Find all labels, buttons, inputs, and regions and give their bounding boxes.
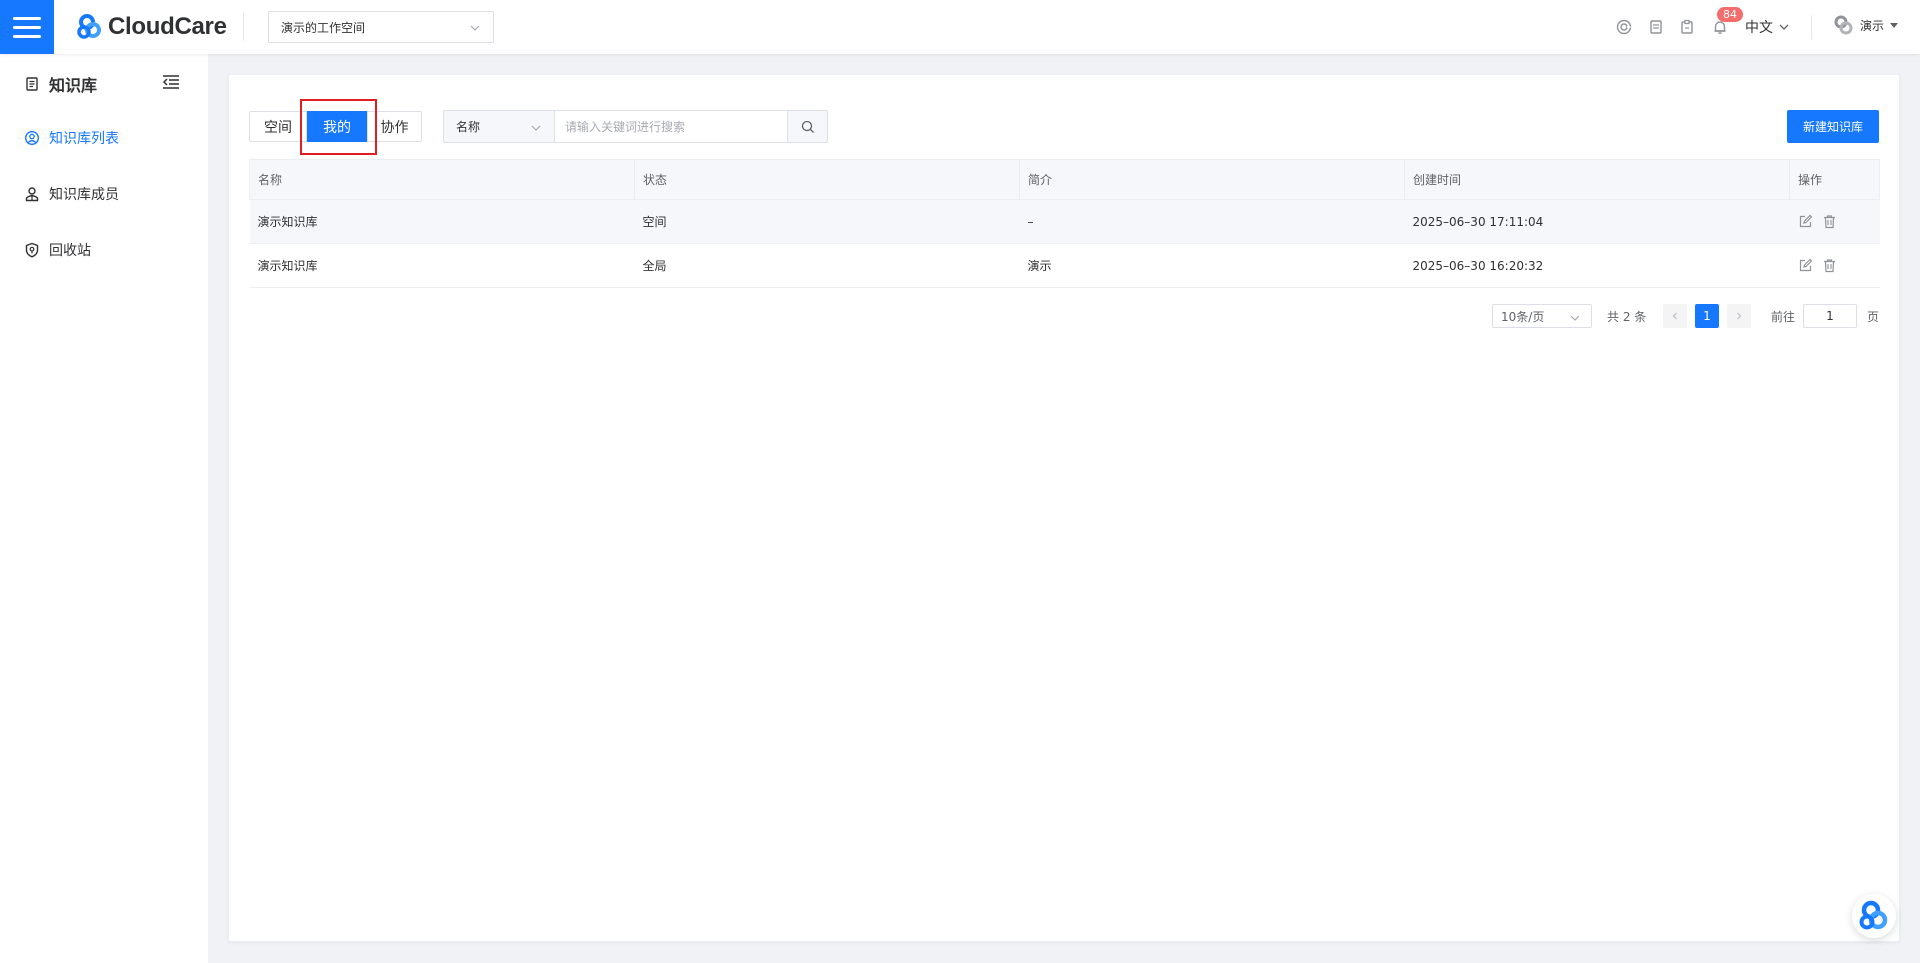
user-circle-icon (24, 130, 40, 146)
highlight-box (300, 99, 377, 155)
workspace-select[interactable]: 演示的工作空间 (268, 11, 494, 43)
sidebar-item-knowledge-list[interactable]: 知识库列表 (24, 128, 119, 148)
search-button[interactable] (787, 110, 828, 143)
search-field-value: 名称 (456, 120, 481, 134)
avatar (1834, 15, 1853, 35)
chevron-down-icon (1779, 24, 1789, 30)
sidebar-item-recycle-bin[interactable]: 回收站 (24, 240, 91, 260)
cloudcare-logo-icon (77, 14, 101, 39)
cell-created: 2025–06–30 16:20:32 (1404, 243, 1790, 288)
workspace-select-value: 演示的工作空间 (281, 20, 366, 35)
page-number-button[interactable]: 1 (1695, 304, 1719, 328)
cell-name: 演示知识库 (249, 243, 635, 288)
sidebar-item-label: 知识库成员 (49, 187, 119, 203)
column-header-status: 状态 (634, 159, 1020, 200)
next-page-button[interactable] (1727, 304, 1751, 328)
recycle-shield-icon (25, 242, 39, 258)
cell-name: 演示知识库 (249, 199, 635, 244)
column-header-name: 名称 (249, 159, 635, 200)
delete-icon[interactable] (1822, 214, 1837, 229)
search-icon (801, 120, 814, 133)
page-size-select[interactable]: 10条/页 (1492, 304, 1592, 328)
column-header-actions: 操作 (1789, 159, 1880, 200)
language-label: 中文 (1745, 20, 1773, 36)
table-row[interactable]: 演示知识库 空间 – 2025–06–30 17:11:04 (249, 199, 1880, 244)
hamburger-line (13, 16, 41, 20)
user-menu[interactable]: 演示 (1832, 14, 1899, 36)
edit-icon[interactable] (1798, 214, 1813, 229)
sidebar-item-label: 回收站 (49, 243, 91, 259)
cell-created: 2025–06–30 17:11:04 (1404, 199, 1790, 244)
prev-page-button[interactable] (1663, 304, 1687, 328)
brand-logo[interactable]: CloudCare (76, 12, 227, 42)
chevron-right-icon (1737, 312, 1742, 320)
goto-page-input[interactable] (1803, 304, 1857, 328)
cell-status: 全局 (634, 243, 1020, 288)
hamburger-line (13, 34, 41, 38)
sidebar-header: 知识库 (24, 72, 97, 96)
table-row[interactable]: 演示知识库 全局 演示 2025–06–30 16:20:32 (249, 243, 1880, 288)
cell-intro: – (1019, 199, 1405, 244)
goto-label: 前往 (1771, 310, 1796, 324)
cell-actions (1789, 199, 1880, 244)
assistant-float-button[interactable] (1852, 894, 1896, 938)
column-header-created: 创建时间 (1404, 159, 1790, 200)
cell-intro: 演示 (1019, 243, 1405, 288)
edit-icon[interactable] (1798, 258, 1813, 273)
pagination-total: 共 2 条 (1607, 310, 1647, 324)
chevron-down-icon (1570, 315, 1580, 321)
members-icon (25, 187, 39, 202)
sidebar-title: 知识库 (49, 76, 98, 95)
refresh-icon[interactable] (1615, 18, 1633, 36)
header-divider (243, 13, 244, 41)
brand-name: CloudCare (108, 13, 227, 40)
menu-toggle-button[interactable] (0, 0, 54, 54)
assistant-logo-icon (1859, 900, 1888, 930)
book-icon (26, 77, 38, 91)
top-bar: CloudCare 演示的工作空间 84 中文 演示 (0, 0, 1920, 54)
chevron-down-icon (531, 125, 541, 131)
collapse-sidebar-icon[interactable] (162, 74, 180, 90)
column-header-intro: 简介 (1019, 159, 1405, 200)
document-icon[interactable] (1647, 18, 1665, 36)
search-field-select[interactable]: 名称 (443, 110, 555, 143)
sidebar: 知识库 知识库列表 知识库成员 回收站 (0, 54, 208, 963)
hamburger-line (13, 25, 41, 29)
clipboard-icon[interactable] (1678, 18, 1696, 36)
caret-down-icon (1890, 22, 1899, 28)
knowledge-table: 名称 状态 简介 创建时间 操作 演示知识库 空间 – 2025–06–30 1… (249, 159, 1880, 288)
header-divider (1811, 15, 1812, 39)
new-knowledge-base-button[interactable]: 新建知识库 (1787, 110, 1879, 143)
language-select[interactable]: 中文 (1745, 17, 1790, 37)
page-suffix: 页 (1867, 310, 1880, 324)
cell-actions (1789, 243, 1880, 288)
delete-icon[interactable] (1822, 258, 1837, 273)
cell-status: 空间 (634, 199, 1020, 244)
table-header-row: 名称 状态 简介 创建时间 操作 (249, 159, 1880, 200)
sidebar-item-knowledge-members[interactable]: 知识库成员 (24, 184, 119, 204)
search-input[interactable] (555, 110, 788, 143)
chevron-down-icon (470, 25, 480, 31)
sidebar-item-label: 知识库列表 (49, 131, 119, 147)
page-size-value: 10条/页 (1501, 309, 1545, 324)
user-name: 演示 (1860, 18, 1885, 33)
chevron-left-icon (1672, 312, 1677, 320)
tab-space[interactable]: 空间 (249, 111, 307, 142)
notification-badge: 84 (1717, 7, 1743, 22)
